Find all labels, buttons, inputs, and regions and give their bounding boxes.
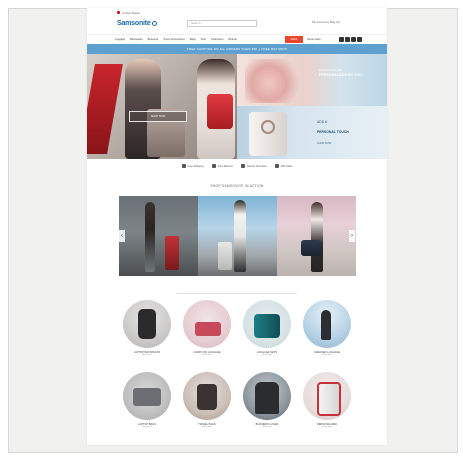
brand-logo[interactable]: Samsonite — [117, 20, 158, 27]
site-header: Samsonite Search My Account | Bag (0) — [87, 16, 387, 34]
tile-link[interactable]: SHOP NOW — [317, 142, 331, 145]
nav-item-bags[interactable]: Bags — [190, 38, 196, 41]
nav-item-travel-accessories[interactable]: Travel Accessories — [163, 38, 185, 41]
tile-headline: PERSONALIZED BY YOU — [319, 73, 362, 77]
category-link[interactable]: Shop now — [297, 426, 357, 429]
hero-cta-button[interactable]: SHOP NOW — [129, 111, 187, 122]
category-link[interactable]: Shop now — [237, 354, 297, 357]
gallery-luggage — [301, 240, 321, 256]
lifestyle-gallery: ‹ › — [119, 196, 356, 276]
facebook-icon[interactable] — [339, 37, 344, 42]
category-image — [183, 300, 231, 348]
category-link[interactable]: Shop now — [117, 354, 177, 357]
nav-items: Luggage Backpacks Business Travel Access… — [115, 38, 237, 41]
category-image — [303, 300, 351, 348]
category-travel-bags[interactable]: TRAVEL BAGS Shop now — [177, 372, 237, 429]
gallery-next-arrow-icon[interactable]: › — [349, 230, 355, 242]
category-image — [123, 372, 171, 420]
nav-right-links[interactable]: Stores Help — [307, 38, 321, 41]
category-carry-on[interactable]: CARRY-ON LUGGAGE Shop now — [177, 300, 237, 357]
nav-item-collections[interactable]: Collections — [211, 38, 224, 41]
category-business-cases[interactable]: BUSINESS CASES Shop now — [237, 372, 297, 429]
usp-item[interactable]: Free Shipping — [181, 164, 204, 168]
search-input[interactable]: Search — [187, 20, 257, 27]
category-image — [123, 300, 171, 348]
gallery-luggage — [165, 236, 179, 270]
instagram-icon[interactable] — [351, 37, 356, 42]
usp-label: Gift Cards — [280, 164, 293, 168]
category-luggage-sets[interactable]: LUGGAGE SETS Shop now — [237, 300, 297, 357]
usp-item[interactable]: Free Returns — [211, 164, 233, 168]
category-image — [243, 300, 291, 348]
category-link[interactable]: Shop now — [297, 354, 357, 357]
pinterest-icon[interactable] — [357, 37, 362, 42]
category-link[interactable]: Shop now — [237, 426, 297, 429]
social-links — [339, 37, 362, 42]
gift-icon — [274, 164, 279, 168]
nav-item-backpacks[interactable]: Backpacks — [130, 38, 143, 41]
main-nav: Luggage Backpacks Business Travel Access… — [87, 34, 387, 44]
hero-personalize-tile[interactable]: PERSONALIZE PERSONALIZED BY YOU — [237, 54, 387, 106]
twitter-icon[interactable] — [345, 37, 350, 42]
hero-bag-red — [207, 94, 233, 129]
category-laptop-bags[interactable]: LAPTOP BAGS Shop now — [117, 372, 177, 429]
category-personalized[interactable]: PERSONALIZED Shop now — [297, 372, 357, 429]
flag-icon — [117, 11, 120, 14]
suitcase-image — [249, 112, 287, 156]
location-selector[interactable]: United States — [117, 11, 140, 15]
usp-label: Free Shipping — [187, 164, 204, 168]
category-image — [183, 372, 231, 420]
account-links[interactable]: My Account | Bag (0) — [312, 20, 340, 24]
category-link[interactable]: Shop now — [177, 354, 237, 357]
usp-label: Free Returns — [217, 164, 233, 168]
hero-personal-touch-tile[interactable]: ADD A PERSONAL TOUCH SHOP NOW — [237, 106, 387, 159]
promo-banner[interactable]: FREE SHIPPING ON ALL ORDERS OVER $50 + F… — [87, 44, 387, 54]
truck-icon — [181, 164, 186, 168]
suitcase-tag-icon — [261, 120, 275, 134]
gallery-title: SHOP SAMSONITE IN ACTION — [210, 184, 264, 188]
gallery-luggage — [218, 242, 232, 270]
usp-item[interactable]: Secure Checkout — [240, 164, 267, 168]
return-icon — [211, 164, 216, 168]
category-link[interactable]: Shop now — [117, 426, 177, 429]
location-label: United States — [122, 11, 141, 15]
webpage: United States Samsonite Search My Accoun… — [87, 8, 387, 445]
hero-model-red — [87, 64, 123, 154]
logo-swirl-icon — [152, 20, 158, 26]
category-link[interactable]: Shop now — [177, 426, 237, 429]
category-laptop-backpacks[interactable]: LAPTOP BACKPACKS Shop now — [117, 300, 177, 357]
lock-icon — [240, 164, 245, 168]
usp-label: Secure Checkout — [246, 164, 267, 168]
gallery-model — [145, 202, 155, 272]
category-image — [243, 372, 291, 420]
gallery-model — [234, 200, 246, 272]
nav-sale-button[interactable]: SALE — [285, 36, 303, 43]
gallery-image-1[interactable] — [119, 196, 198, 276]
usp-bar: Free Shipping Free Returns Secure Checko… — [87, 160, 387, 172]
tile-line-2: PERSONAL TOUCH — [317, 130, 349, 134]
nav-item-business[interactable]: Business — [148, 38, 159, 41]
logo-text: Samsonite — [117, 20, 151, 27]
section-divider — [177, 293, 297, 294]
hero-main-image[interactable]: SHOP NOW — [87, 54, 237, 159]
category-checked-luggage[interactable]: CHECKED LUGGAGE Shop now — [297, 300, 357, 357]
nav-item-kids[interactable]: Kids — [201, 38, 206, 41]
gallery-image-3[interactable] — [277, 196, 356, 276]
category-image — [303, 372, 351, 420]
gallery-model — [311, 202, 323, 272]
pink-bags-image — [245, 59, 305, 103]
gallery-prev-arrow-icon[interactable]: ‹ — [119, 230, 125, 242]
usp-item[interactable]: Gift Cards — [274, 164, 293, 168]
tile-kicker: PERSONALIZE — [319, 68, 343, 72]
nav-item-brands[interactable]: Brands — [229, 38, 237, 41]
nav-item-luggage[interactable]: Luggage — [115, 38, 125, 41]
tile-line-1: ADD A — [317, 120, 328, 124]
top-bar: United States — [87, 8, 387, 16]
gallery-image-2[interactable] — [198, 196, 277, 276]
